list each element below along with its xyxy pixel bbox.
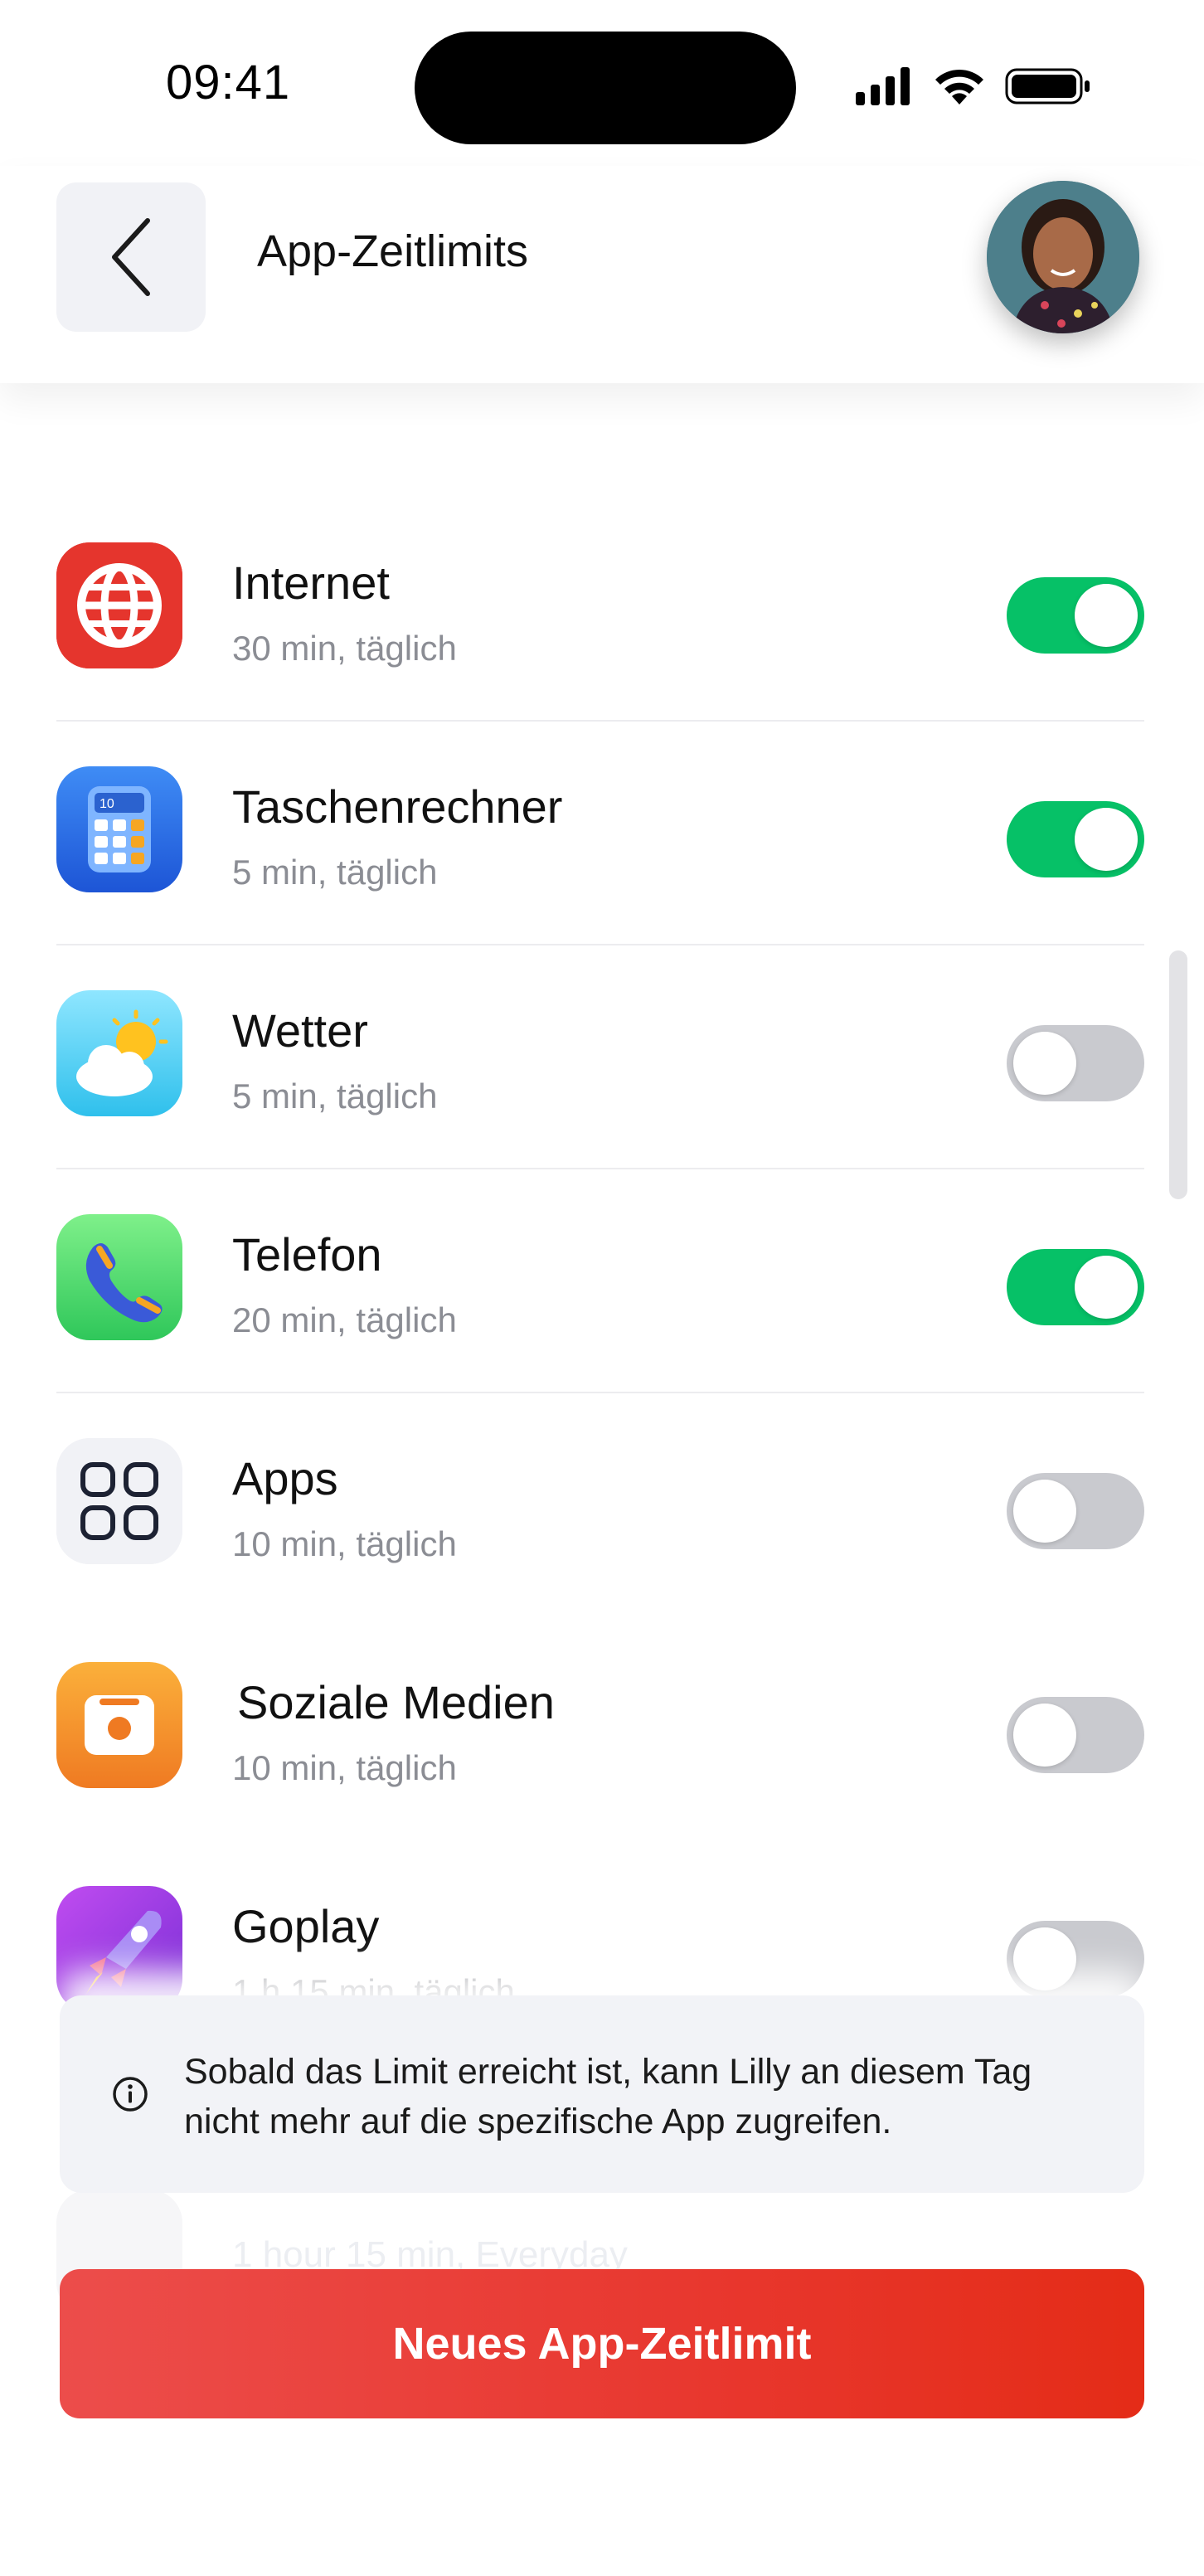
page-title: App-Zeitlimits [257,226,529,276]
app-name: Internet [232,557,390,609]
battery-icon [1005,68,1090,104]
status-time: 09:41 [166,56,291,109]
globe-icon [56,542,182,668]
app-name: Goplay [232,1900,380,1952]
list-item[interactable]: Telefon 20 min, täglich [56,1169,1144,1393]
info-banner: Sobald das Limit erreicht ist, kann Lill… [60,1995,1144,2193]
toggle-knob [1075,1256,1138,1319]
toggle-knob [1013,1704,1076,1767]
app-header: App-Zeitlimits [0,166,1204,383]
list-item[interactable]: 10 Taschenrechner 5 min, täglich [56,722,1144,945]
limit-toggle[interactable] [1007,1249,1144,1325]
list-item[interactable]: Apps 10 min, täglich [56,1393,1144,1617]
app-limit: 5 min, täglich [232,853,438,892]
cellular-signal-icon [856,67,910,105]
calculator-icon: 10 [56,766,182,892]
avatar[interactable] [987,181,1139,333]
list-item[interactable]: Internet 30 min, täglich [56,498,1144,722]
limit-toggle[interactable] [1007,1473,1144,1549]
app-limit-list: Internet 30 min, täglich 10 Taschenrechn… [56,498,1144,2065]
toggle-knob [1013,1927,1076,1990]
weather-icon [56,990,182,1116]
toggle-knob [1013,1032,1076,1095]
scrollbar[interactable] [1169,950,1187,1199]
info-icon [113,2077,148,2112]
limit-toggle[interactable] [1007,577,1144,654]
app-limit: 10 min, täglich [232,1524,457,1563]
app-limit: 20 min, täglich [232,1300,457,1339]
limit-toggle[interactable] [1007,1025,1144,1101]
wifi-icon [935,69,983,104]
app-limit: 10 min, täglich [232,1748,457,1787]
phone-icon [56,1214,182,1340]
status-bar: 09:41 [0,0,1204,166]
app-name: Telefon [232,1228,382,1281]
info-text: Sobald das Limit erreicht ist, kann Lill… [184,2052,1032,2141]
limit-toggle[interactable] [1007,1697,1144,1773]
toggle-knob [1013,1480,1076,1543]
status-icons [854,66,1091,106]
chevron-left-icon [112,218,150,296]
app-limit: 5 min, täglich [232,1077,438,1115]
dynamic-island [415,32,796,144]
limit-toggle[interactable] [1007,1921,1144,1997]
new-app-limit-button[interactable]: Neues App-Zeitlimit [60,2269,1144,2418]
camera-icon [56,1662,182,1788]
app-name: Taschenrechner [232,780,563,833]
app-name: Wetter [232,1004,368,1057]
svg-text:10: 10 [100,797,114,811]
limit-toggle[interactable] [1007,801,1144,877]
back-button[interactable] [56,182,206,332]
apps-grid-icon [56,1438,182,1564]
toggle-knob [1075,808,1138,871]
rocket-icon [56,1886,182,2012]
app-name: Soziale Medien [237,1676,555,1728]
list-item[interactable]: Wetter 5 min, täglich [56,945,1144,1169]
toggle-knob [1075,584,1138,647]
user-portrait-icon [987,181,1139,333]
app-limit: 30 min, täglich [232,629,457,668]
list-item[interactable]: Soziale Medien 10 min, täglich [56,1617,1144,1841]
app-name: Apps [232,1452,338,1504]
